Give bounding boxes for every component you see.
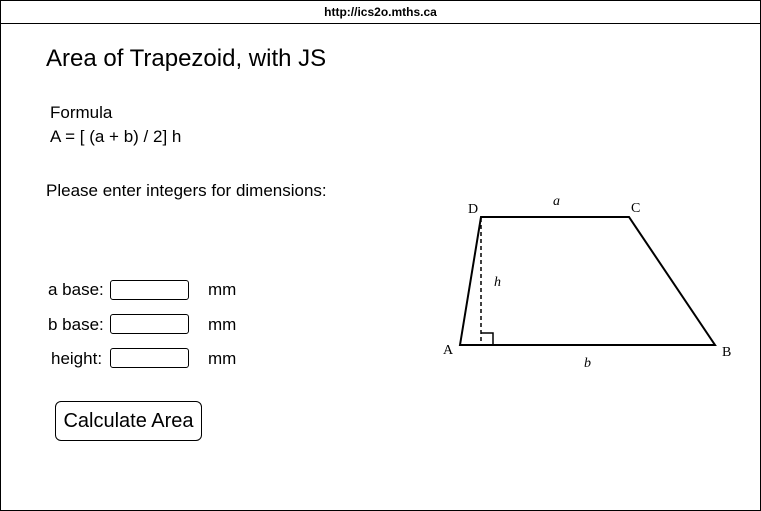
- formula-text: A = [ (a + b) / 2] h: [50, 127, 182, 146]
- side-b-label: b: [584, 356, 591, 371]
- height-h-label: h: [494, 275, 501, 290]
- vertex-d-label: D: [468, 202, 478, 217]
- side-a-label: a: [553, 194, 560, 209]
- a-base-input[interactable]: [110, 280, 189, 300]
- height-input[interactable]: [110, 348, 189, 368]
- formula-label: Formula: [50, 103, 113, 122]
- a-base-unit: mm: [208, 280, 237, 299]
- right-angle-marker: [481, 332, 494, 345]
- b-base-unit: mm: [208, 315, 237, 334]
- height-unit: mm: [208, 349, 237, 368]
- vertex-b-label: B: [722, 345, 731, 360]
- b-base-label: b base:: [48, 315, 104, 334]
- vertex-a-label: A: [443, 343, 454, 358]
- vertex-c-label: C: [631, 201, 640, 216]
- b-base-input[interactable]: [110, 314, 189, 334]
- instructions-text: Please enter integers for dimensions:: [46, 181, 327, 200]
- trapezoid-diagram: A B C D a b h: [443, 194, 731, 371]
- address-bar[interactable]: http://ics2o.mths.ca: [1, 1, 760, 24]
- height-label: height:: [51, 349, 103, 368]
- browser-window: http://ics2o.mths.ca Area of Trapezoid, …: [0, 0, 761, 511]
- page-title: Area of Trapezoid, with JS: [46, 45, 327, 72]
- a-base-label: a base:: [48, 280, 104, 299]
- calculate-area-button[interactable]: Calculate Area: [55, 401, 202, 441]
